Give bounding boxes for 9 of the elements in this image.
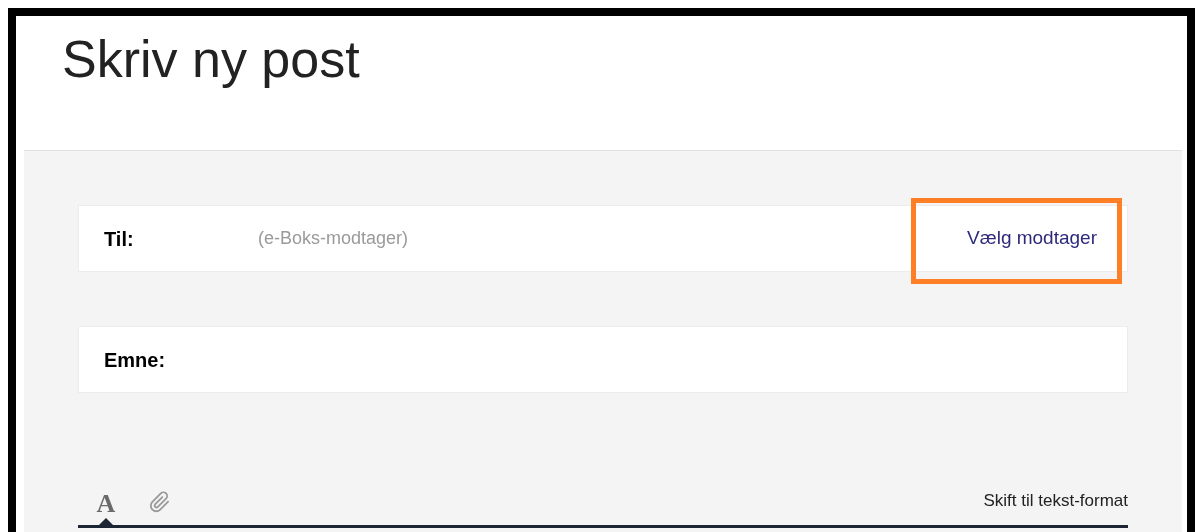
- paperclip-icon: [149, 489, 171, 515]
- switch-format-link[interactable]: Skift til tekst-format: [983, 487, 1128, 513]
- field-label: Til:: [104, 226, 135, 252]
- page-title: Skriv ny post: [62, 29, 361, 90]
- text-format-tab[interactable]: A: [86, 481, 126, 525]
- field-label: Emne:: [104, 347, 167, 373]
- input-field[interactable]: Til: (e-Boks-modtager) Vælg modtager: [78, 205, 1128, 272]
- input-field[interactable]: Emne:: [78, 326, 1128, 393]
- choose-recipient-link[interactable]: Vælg modtager: [967, 224, 1097, 253]
